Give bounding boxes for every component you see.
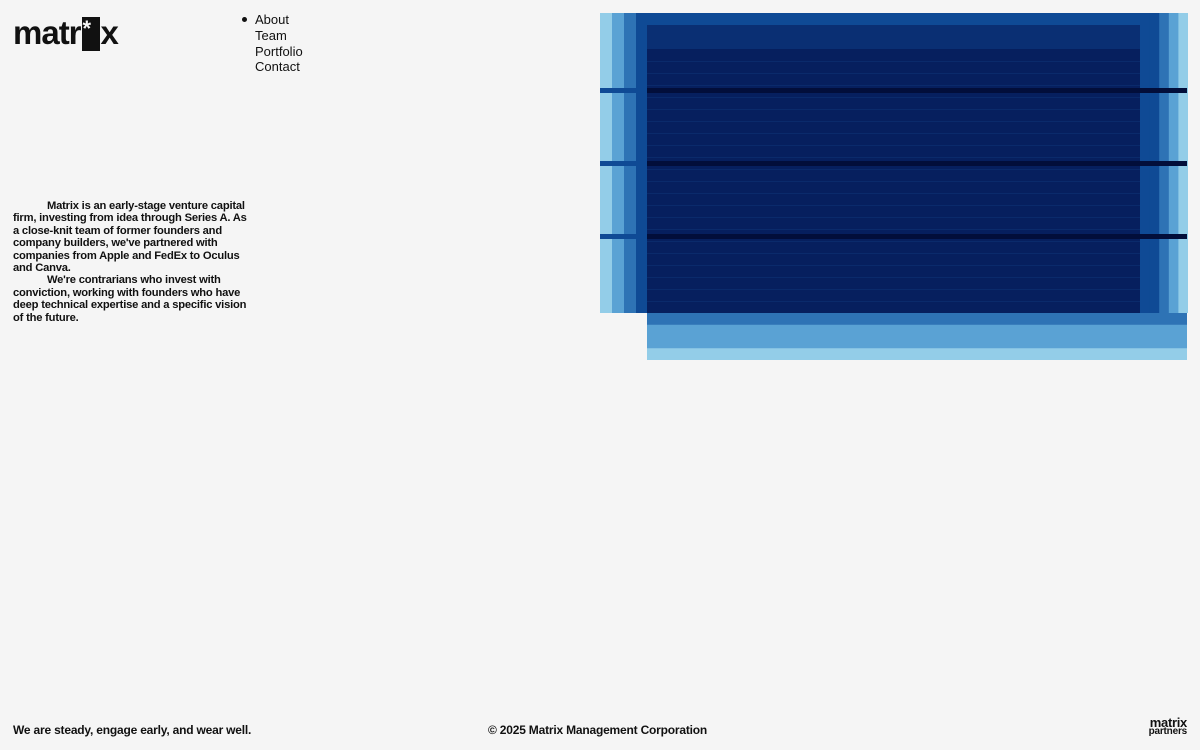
artwork-grid-line (647, 157, 1140, 158)
artwork-grid-line (647, 169, 1140, 170)
footer-copyright: © 2025 Matrix Management Corporation (488, 723, 708, 737)
artwork-grid-line (647, 145, 1140, 146)
artwork-grid-line (647, 277, 1140, 278)
page: matr x About Team Portfolio Contact Matr… (0, 0, 1200, 750)
footer-tagline: We are steady, engage early, and wear we… (13, 723, 252, 737)
matrix-logo[interactable]: matr x (13, 13, 119, 51)
nav-item-portfolio[interactable]: Portfolio (242, 44, 303, 60)
artwork-grid-line (647, 181, 1140, 182)
artwork-grid-line (647, 241, 1140, 242)
artwork-bottom-stripe (647, 324, 1187, 337)
nav-item-about[interactable]: About (242, 12, 303, 28)
footer-logo-line2: partners (1148, 726, 1188, 738)
artwork-divider (600, 161, 1187, 166)
intro-text: Matrix is an early-stage venture capital… (13, 200, 253, 324)
artwork-grid-line (647, 73, 1140, 74)
artwork-top-band (647, 25, 1140, 37)
nav-item-label[interactable]: Team (255, 28, 287, 43)
hero-artwork (600, 13, 1188, 360)
footer-logo[interactable]: matrix partners (1148, 716, 1188, 738)
intro-paragraph-1: Matrix is an early-stage venture capital… (13, 200, 247, 275)
artwork-grid-line (647, 217, 1140, 218)
artwork-grid-line (647, 301, 1140, 302)
nav-item-label[interactable]: Portfolio (255, 44, 303, 59)
artwork-top-band (647, 13, 1140, 25)
artwork-bottom-stripe (647, 313, 1187, 325)
artwork-grid-line (647, 265, 1140, 266)
artwork-grid-line (647, 193, 1140, 194)
artwork-grid-line (647, 253, 1140, 254)
artwork-grid-line (647, 61, 1140, 62)
artwork-top-band (647, 37, 1140, 49)
artwork-divider-left (600, 161, 647, 166)
artwork-grid-line (647, 205, 1140, 206)
artwork-grid-line (647, 133, 1140, 134)
main-nav: About Team Portfolio Contact (242, 12, 303, 75)
nav-item-team[interactable]: Team (242, 28, 303, 44)
artwork-grid-line (647, 97, 1140, 98)
nav-item-label[interactable]: About (255, 12, 289, 27)
artwork-divider (600, 234, 1187, 239)
artwork-bottom-stripe (647, 348, 1187, 360)
logo-asterisk-icon (81, 17, 100, 51)
artwork-graphic (600, 13, 1188, 360)
nav-item-contact[interactable]: Contact (242, 59, 303, 75)
artwork-grid-line (647, 229, 1140, 230)
artwork-divider-left (600, 88, 647, 93)
logo-suffix: x (100, 14, 119, 51)
artwork-grid-line (647, 85, 1140, 86)
logo-prefix: matr (13, 14, 82, 51)
artwork-grid-line (647, 121, 1140, 122)
artwork-grid-line (647, 289, 1140, 290)
intro-paragraph-2: We're contrarians who invest with convic… (13, 274, 247, 324)
nav-item-label[interactable]: Contact (255, 59, 300, 74)
artwork-bottom-stripe (647, 336, 1187, 349)
artwork-grid-line (647, 109, 1140, 110)
artwork-divider (600, 88, 1187, 93)
artwork-divider-left (600, 234, 647, 239)
